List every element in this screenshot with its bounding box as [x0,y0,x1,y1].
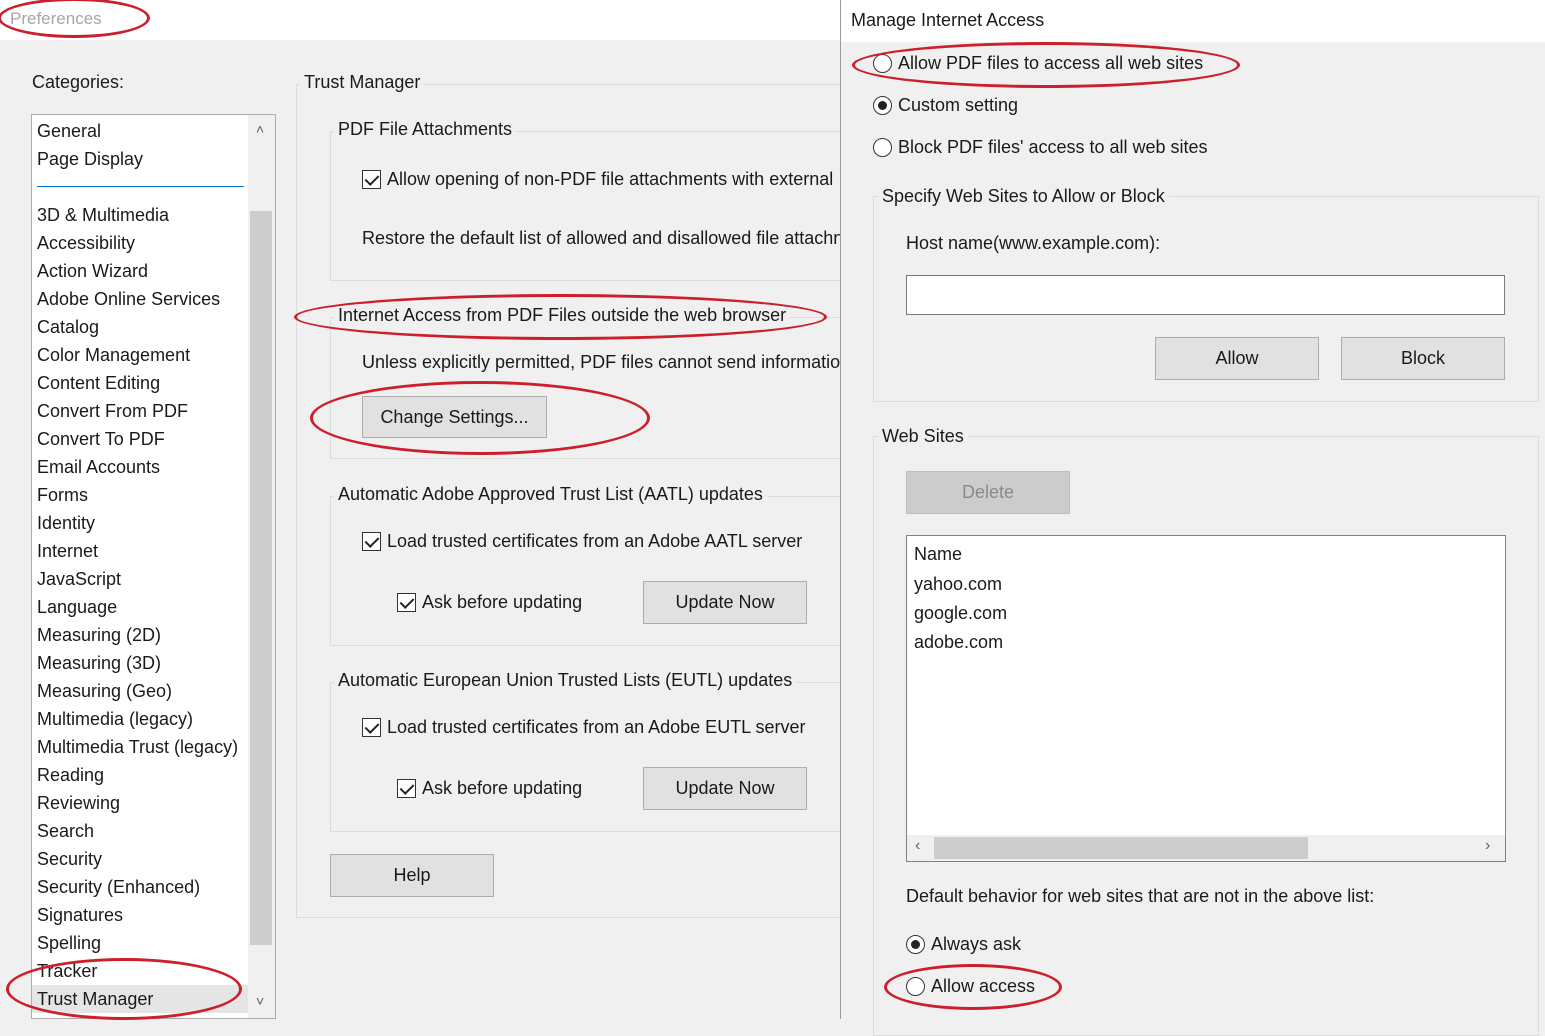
always-ask-label[interactable]: Always ask [931,934,1021,955]
categories-list[interactable]: General Page Display 3D & Multimedia Acce… [31,114,276,1019]
category-item-3d-multimedia[interactable]: 3D & Multimedia [37,201,169,229]
categories-scrollbar-thumb[interactable] [250,211,272,945]
aatl-ask-label: Ask before updating [422,592,583,612]
eutl-legend: Automatic European Union Trusted Lists (… [334,670,797,691]
eutl-update-now-button[interactable]: Update Now [643,767,807,810]
name-column-header[interactable]: Name [914,544,962,565]
category-item-spelling[interactable]: Spelling [37,929,101,957]
aatl-ask-checkbox[interactable] [397,593,416,612]
category-item-action-wizard[interactable]: Action Wizard [37,257,148,285]
aatl-update-now-button[interactable]: Update Now [643,581,807,624]
aatl-load-label: Load trusted certificates from an Adobe … [387,531,803,551]
category-item-measuring-3d[interactable]: Measuring (3D) [37,649,161,677]
window-title: Preferences [10,9,102,28]
category-item-javascript[interactable]: JavaScript [37,565,121,593]
block-all-sites-label[interactable]: Block PDF files' access to all web sites [898,137,1208,158]
web-sites-list[interactable]: Name yahoo.com google.com adobe.com ‹ › [906,535,1506,862]
block-all-sites-radio[interactable] [873,138,892,157]
scroll-right-icon[interactable]: › [1485,837,1490,855]
category-item-forms[interactable]: Forms [37,481,88,509]
host-name-input[interactable] [906,275,1505,315]
category-item-multimedia-trust-legacy[interactable]: Multimedia Trust (legacy) [37,733,238,761]
category-item-color-management[interactable]: Color Management [37,341,190,369]
allow-attachments-label: Allow opening of non-PDF file attachment… [387,169,834,189]
allow-button[interactable]: Allow [1155,337,1319,380]
category-item-trust-manager[interactable]: Trust Manager [32,985,248,1013]
category-item-tracker[interactable]: Tracker [37,957,97,985]
delete-button[interactable]: Delete [906,471,1070,514]
category-item-accessibility[interactable]: Accessibility [37,229,135,257]
category-item-signatures[interactable]: Signatures [37,901,123,929]
category-item-page-display[interactable]: Page Display [37,145,143,173]
internet-access-text: Unless explicitly permitted, PDF files c… [362,352,851,372]
category-item-catalog[interactable]: Catalog [37,313,99,341]
custom-setting-radio[interactable] [873,96,892,115]
category-item-security[interactable]: Security [37,845,102,873]
internet-access-legend: Internet Access from PDF Files outside t… [334,305,791,326]
category-item-convert-from-pdf[interactable]: Convert From PDF [37,397,188,425]
always-ask-radio[interactable] [906,935,925,954]
scroll-up-icon[interactable]: ˄ [256,121,264,137]
site-row-google[interactable]: google.com [914,603,1007,624]
attachments-legend: PDF File Attachments [334,119,517,140]
web-sites-legend: Web Sites [878,426,968,447]
dialog-title: Manage Internet Access [851,10,1045,30]
custom-setting-label[interactable]: Custom setting [898,95,1018,116]
category-item-identity[interactable]: Identity [37,509,95,537]
category-item-search[interactable]: Search [37,817,94,845]
category-item-measuring-geo[interactable]: Measuring (Geo) [37,677,172,705]
category-item-language[interactable]: Language [37,593,117,621]
category-item-reviewing[interactable]: Reviewing [37,789,120,817]
scroll-left-icon[interactable]: ‹ [915,837,920,855]
category-item-email-accounts[interactable]: Email Accounts [37,453,160,481]
allow-access-radio[interactable] [906,977,925,996]
site-row-adobe[interactable]: adobe.com [914,632,1003,653]
category-item-security-enhanced[interactable]: Security (Enhanced) [37,873,200,901]
categories-label: Categories: [32,72,125,92]
scroll-down-icon[interactable]: ˅ [256,993,264,1009]
category-item-content-editing[interactable]: Content Editing [37,369,160,397]
site-row-yahoo[interactable]: yahoo.com [914,574,1002,595]
eutl-load-label: Load trusted certificates from an Adobe … [387,717,806,737]
eutl-ask-label: Ask before updating [422,778,583,798]
change-settings-button[interactable]: Change Settings... [362,396,547,438]
sites-horizontal-scrollbar[interactable]: ‹ › [907,835,1505,861]
help-button[interactable]: Help [330,854,494,897]
category-separator [37,186,244,187]
category-item-general[interactable]: General [37,117,101,145]
attachments-group [330,131,850,281]
default-behavior-label: Default behavior for web sites that are … [906,886,1375,906]
specify-sites-legend: Specify Web Sites to Allow or Block [878,186,1169,207]
host-name-label: Host name(www.example.com): [906,233,1161,253]
allow-all-sites-radio[interactable] [873,54,892,73]
allow-attachments-checkbox[interactable] [362,170,381,189]
allow-all-sites-label[interactable]: Allow PDF files to access all web sites [898,53,1203,74]
aatl-legend: Automatic Adobe Approved Trust List (AAT… [334,484,767,505]
category-item-adobe-online-services[interactable]: Adobe Online Services [37,285,220,313]
trust-manager-title: Trust Manager [300,72,425,93]
category-item-internet[interactable]: Internet [37,537,98,565]
block-button[interactable]: Block [1341,337,1505,380]
preferences-title-bar [0,0,840,40]
category-item-convert-to-pdf[interactable]: Convert To PDF [37,425,165,453]
restore-attachments-text: Restore the default list of allowed and … [362,228,844,248]
category-item-multimedia-legacy[interactable]: Multimedia (legacy) [37,705,193,733]
category-item-measuring-2d[interactable]: Measuring (2D) [37,621,161,649]
category-item-reading[interactable]: Reading [37,761,104,789]
eutl-ask-checkbox[interactable] [397,779,416,798]
allow-access-label[interactable]: Allow access [931,976,1035,997]
sites-scrollbar-thumb[interactable] [934,837,1308,859]
aatl-load-checkbox[interactable] [362,532,381,551]
eutl-load-checkbox[interactable] [362,718,381,737]
manage-internet-access-dialog: Manage Internet Access Allow PDF files t… [840,0,1545,1036]
